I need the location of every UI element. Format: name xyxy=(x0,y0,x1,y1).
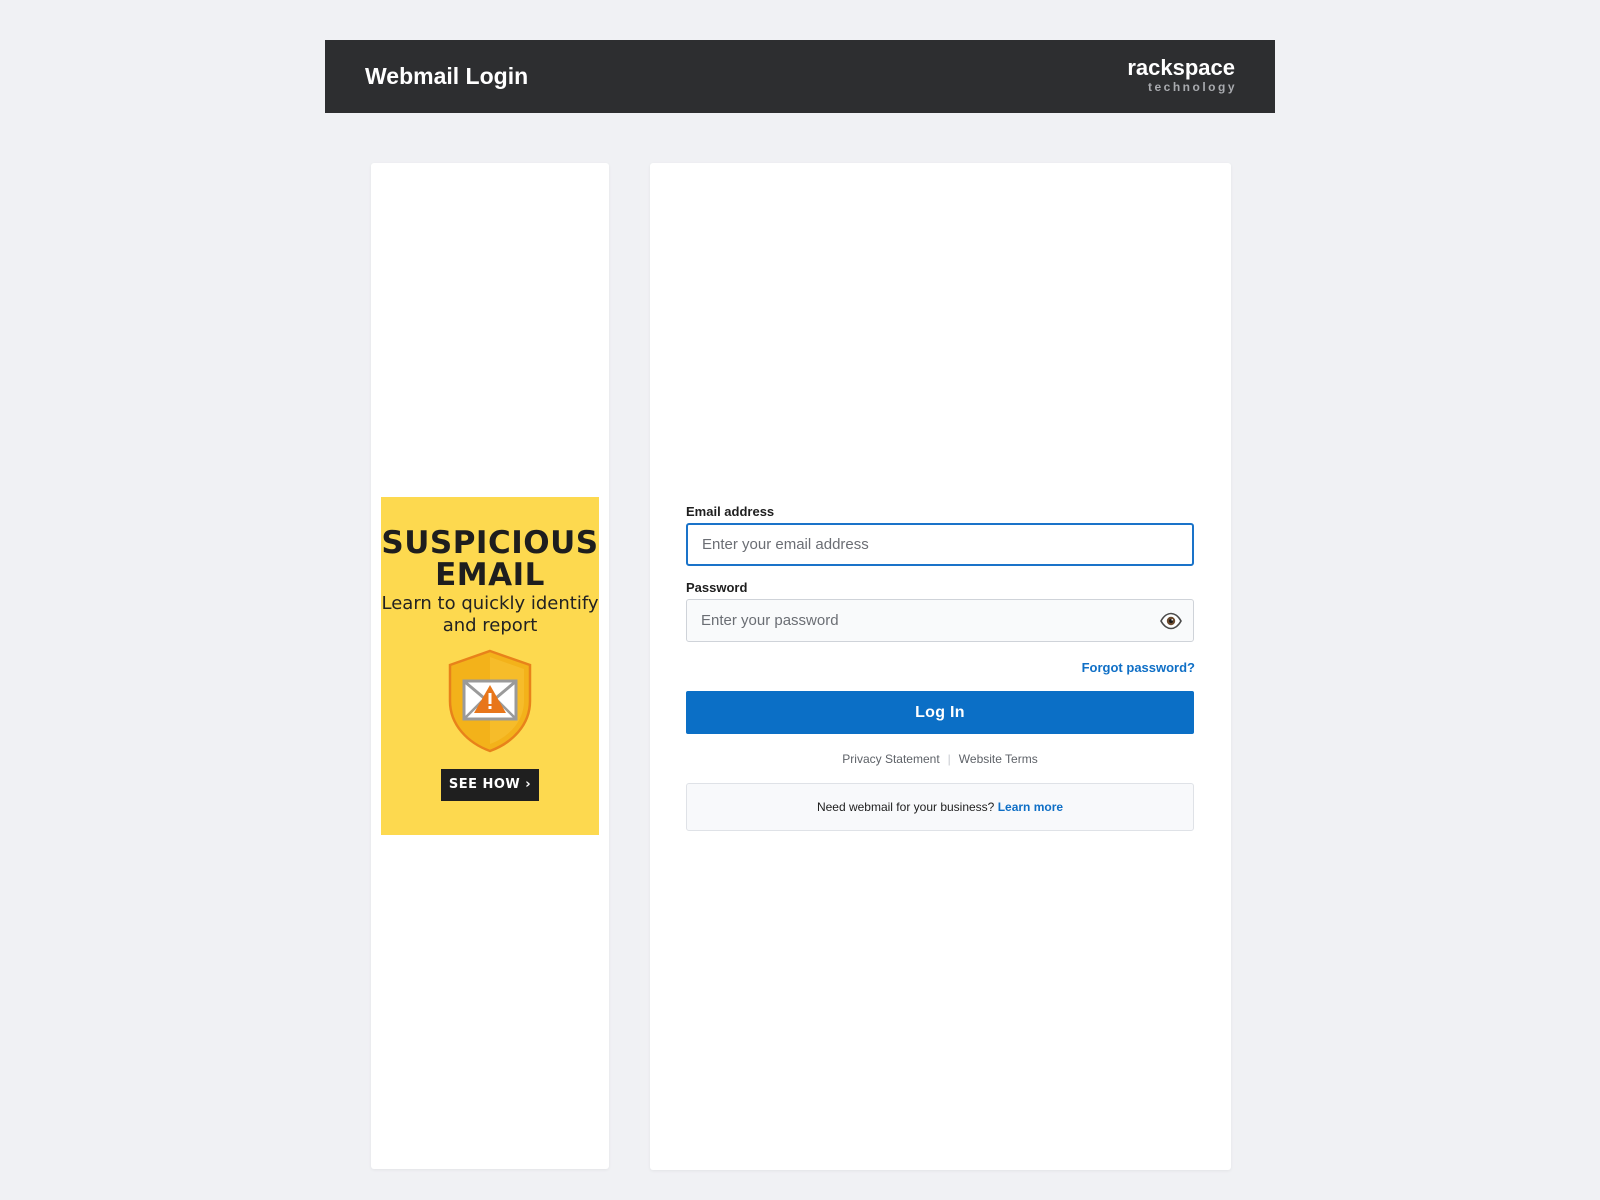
ad-subline: Learn to quickly identify and report xyxy=(381,593,599,636)
brand-logo: rackspace technology xyxy=(1127,55,1237,95)
eye-icon[interactable] xyxy=(1159,609,1183,633)
email-input[interactable] xyxy=(686,523,1194,566)
divider: | xyxy=(947,752,951,766)
page-title: Webmail Login xyxy=(365,63,529,89)
brand-name: rackspace xyxy=(1127,55,1235,80)
business-promo: Need webmail for your business? Learn mo… xyxy=(686,783,1194,831)
business-promo-text: Need webmail for your business? xyxy=(816,800,995,814)
ad-headline: SUSPICIOUS EMAIL xyxy=(381,525,599,593)
login-panel: Email address Password Forgot password? … xyxy=(650,163,1231,1170)
shield-email-warning-icon xyxy=(448,649,532,753)
website-terms-link[interactable]: Website Terms xyxy=(959,752,1038,766)
password-input[interactable] xyxy=(686,599,1194,642)
see-how-button[interactable]: SEE HOW › xyxy=(441,769,539,801)
learn-more-link[interactable]: Learn more xyxy=(998,800,1063,814)
forgot-password-link[interactable]: Forgot password? xyxy=(1082,660,1195,675)
ad-panel: SUSPICIOUS EMAIL Learn to quickly identi… xyxy=(371,163,609,1169)
login-button[interactable]: Log In xyxy=(686,691,1194,734)
password-label: Password xyxy=(686,580,748,595)
privacy-statement-link[interactable]: Privacy Statement xyxy=(842,752,939,766)
legal-links: Privacy Statement | Website Terms xyxy=(686,752,1194,766)
app-header: Webmail Login rackspace technology xyxy=(325,40,1275,113)
suspicious-email-ad[interactable]: SUSPICIOUS EMAIL Learn to quickly identi… xyxy=(381,497,599,835)
email-label: Email address xyxy=(686,504,775,519)
brand-subtitle: technology xyxy=(1147,80,1237,94)
